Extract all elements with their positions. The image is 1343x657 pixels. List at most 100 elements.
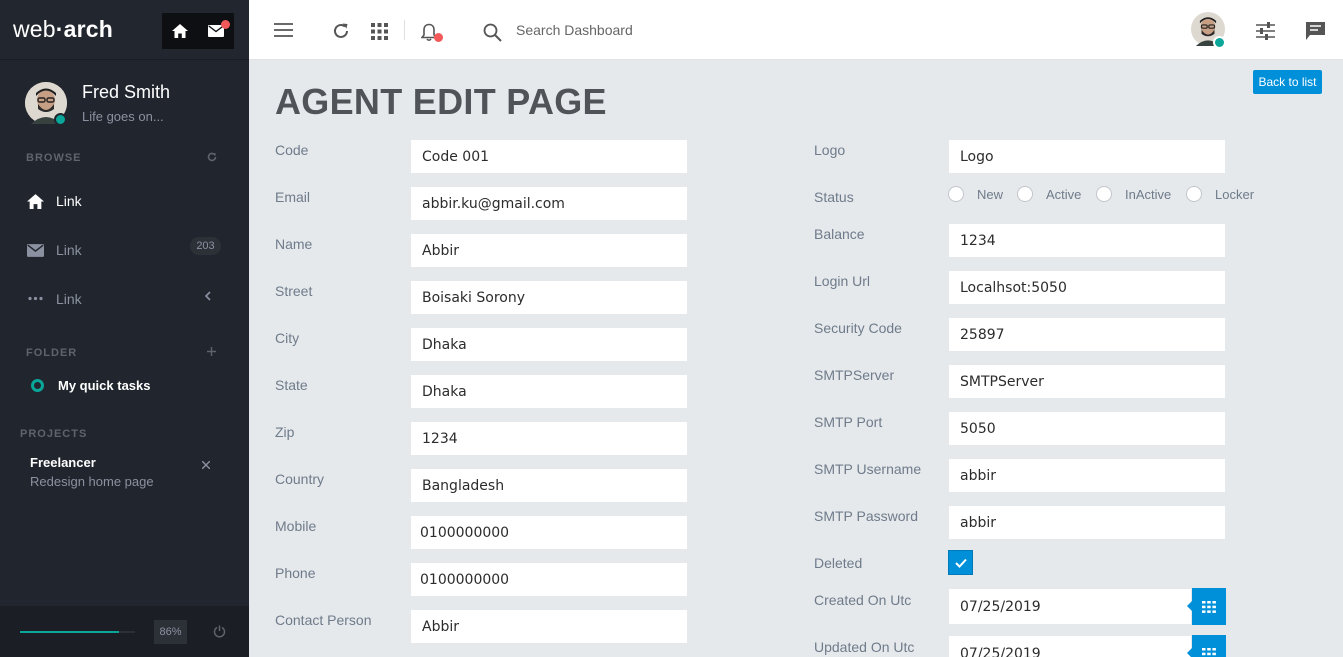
progress-fill bbox=[20, 631, 119, 633]
logo-text-light: web bbox=[13, 16, 56, 42]
close-icon[interactable] bbox=[202, 461, 210, 469]
progress-label: 86% bbox=[154, 620, 187, 644]
created-on-calendar-button[interactable] bbox=[1187, 588, 1226, 625]
hamburger-icon bbox=[273, 23, 293, 37]
status-ring-icon bbox=[31, 379, 44, 392]
country-label: Country bbox=[275, 471, 325, 487]
chat-icon bbox=[1305, 21, 1325, 40]
power-icon[interactable] bbox=[213, 625, 226, 638]
mobile-label: Mobile bbox=[275, 518, 317, 534]
status-radio-new[interactable]: New bbox=[948, 186, 1003, 202]
sidebar-item-mail[interactable]: Link bbox=[27, 242, 82, 258]
smtp-server-label: SMTPServer bbox=[814, 367, 895, 383]
reload-icon bbox=[334, 23, 348, 38]
home-icon bbox=[27, 193, 44, 209]
state-label: State bbox=[275, 377, 308, 393]
sliders-icon bbox=[1255, 22, 1275, 40]
menu-toggle-button[interactable] bbox=[273, 21, 293, 39]
chat-button[interactable] bbox=[1304, 20, 1326, 42]
sidebar-item-home[interactable]: Link bbox=[27, 193, 82, 209]
city-field[interactable] bbox=[410, 327, 688, 362]
email-field[interactable] bbox=[410, 186, 688, 221]
status-radio-active[interactable]: Active bbox=[1017, 186, 1081, 202]
user-name: Fred Smith bbox=[82, 82, 171, 102]
settings-button[interactable] bbox=[1254, 20, 1276, 42]
search-button[interactable] bbox=[481, 21, 503, 43]
phone-field[interactable] bbox=[410, 562, 688, 597]
folder-item-quick-tasks[interactable]: My quick tasks bbox=[31, 378, 151, 393]
calendar-icon bbox=[1202, 600, 1216, 613]
checkmark-icon bbox=[954, 558, 967, 568]
search-icon bbox=[483, 23, 502, 42]
add-folder-icon[interactable] bbox=[207, 347, 216, 356]
browse-section-title: BROWSE bbox=[26, 152, 82, 164]
balance-label: Balance bbox=[814, 226, 865, 242]
contact-person-field[interactable] bbox=[410, 609, 688, 644]
home-button[interactable] bbox=[162, 13, 198, 49]
balance-field[interactable] bbox=[948, 223, 1226, 258]
security-code-label: Security Code bbox=[814, 320, 902, 336]
grid-icon bbox=[370, 22, 388, 40]
logo[interactable]: web·arch bbox=[13, 16, 113, 43]
deleted-label: Deleted bbox=[814, 555, 863, 571]
project-name[interactable]: Freelancer bbox=[30, 455, 96, 470]
mail-icon bbox=[27, 243, 44, 257]
status-radio-locker[interactable]: Locker bbox=[1186, 186, 1254, 202]
sidebar-item-more[interactable]: Link bbox=[27, 290, 82, 307]
chevron-left-icon[interactable] bbox=[204, 291, 212, 301]
deleted-checkbox[interactable] bbox=[948, 550, 973, 575]
login-url-field[interactable] bbox=[948, 270, 1226, 305]
security-code-field[interactable] bbox=[948, 317, 1226, 352]
created-on-label: Created On Utc bbox=[814, 592, 912, 608]
refresh-icon[interactable] bbox=[207, 152, 217, 162]
phone-label: Phone bbox=[275, 565, 316, 581]
user-avatar[interactable] bbox=[25, 82, 67, 126]
calendar-icon bbox=[1202, 647, 1216, 657]
name-label: Name bbox=[275, 236, 313, 252]
user-status: Life goes on... bbox=[82, 109, 164, 124]
reload-button[interactable] bbox=[331, 21, 351, 41]
folder-section-title: FOLDER bbox=[26, 347, 78, 359]
smtp-password-field[interactable] bbox=[948, 505, 1226, 540]
back-to-list-button[interactable]: Back to list bbox=[1253, 70, 1322, 94]
logo-field[interactable] bbox=[948, 139, 1226, 174]
logo-text-bold: arch bbox=[63, 16, 114, 42]
smtp-username-label: SMTP Username bbox=[814, 461, 922, 477]
updated-on-calendar-button[interactable] bbox=[1187, 635, 1226, 657]
login-url-label: Login Url bbox=[814, 273, 871, 289]
radio-label: New bbox=[977, 186, 1004, 202]
code-field[interactable] bbox=[410, 139, 688, 174]
notification-dot bbox=[434, 33, 443, 42]
radio-label: InActive bbox=[1125, 186, 1172, 202]
country-field[interactable] bbox=[410, 468, 688, 503]
created-on-field[interactable] bbox=[948, 588, 1192, 625]
city-label: City bbox=[275, 330, 300, 346]
radio-circle bbox=[1017, 186, 1033, 202]
sidebar-item-label: Link bbox=[56, 290, 82, 307]
header-avatar[interactable] bbox=[1191, 12, 1226, 51]
radio-label: Active bbox=[1046, 186, 1082, 202]
radio-circle bbox=[948, 186, 964, 202]
street-field[interactable] bbox=[410, 280, 688, 315]
brand-bar: web·arch bbox=[0, 0, 249, 60]
smtp-username-field[interactable] bbox=[948, 458, 1226, 493]
logo-dot: · bbox=[55, 16, 64, 42]
created-on-datepicker bbox=[948, 588, 1227, 625]
apps-button[interactable] bbox=[369, 21, 389, 41]
smtp-port-field[interactable] bbox=[948, 411, 1226, 446]
state-field[interactable] bbox=[410, 374, 688, 409]
logo-label: Logo bbox=[814, 142, 846, 158]
notifications-button[interactable] bbox=[417, 20, 443, 44]
name-field[interactable] bbox=[410, 233, 688, 268]
status-radio-inactive[interactable]: InActive bbox=[1096, 186, 1171, 202]
updated-on-field[interactable] bbox=[948, 635, 1192, 657]
zip-field[interactable] bbox=[410, 421, 688, 456]
mobile-field[interactable] bbox=[410, 515, 688, 550]
mail-button[interactable] bbox=[198, 13, 234, 49]
zip-label: Zip bbox=[275, 424, 295, 440]
mail-notification-dot bbox=[221, 20, 230, 29]
smtp-server-field[interactable] bbox=[948, 364, 1226, 399]
online-indicator bbox=[54, 113, 67, 126]
page-title: AGENT EDIT PAGE bbox=[275, 81, 607, 122]
search-input[interactable] bbox=[516, 19, 816, 41]
